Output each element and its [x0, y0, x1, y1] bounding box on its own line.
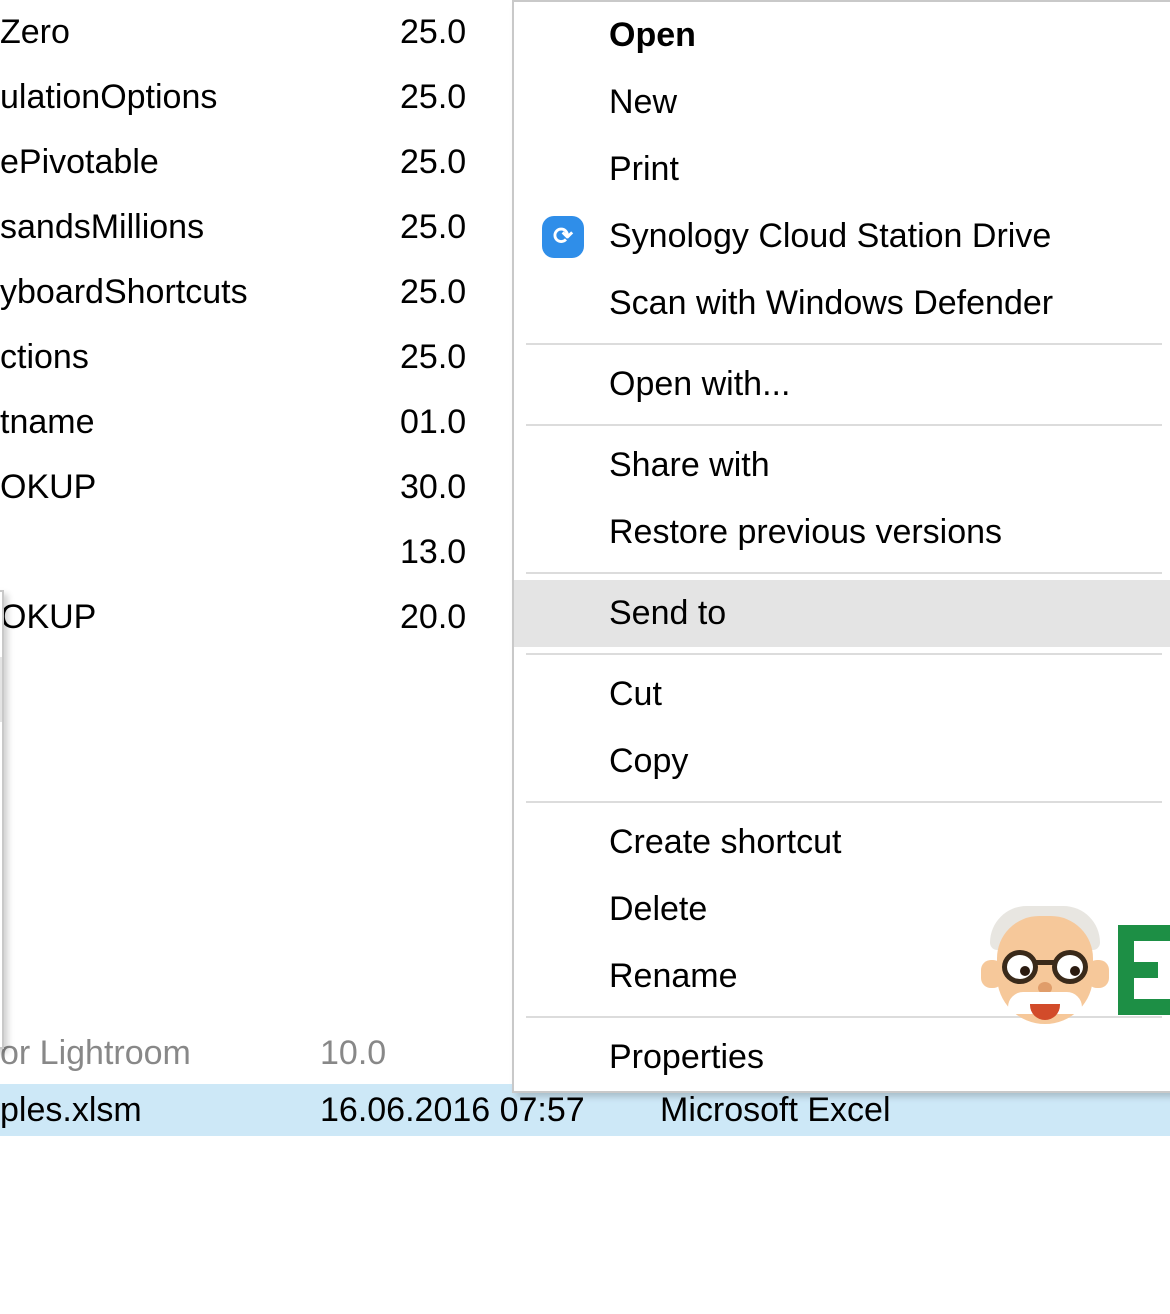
- send-to-item[interactable]: hone: [0, 982, 2, 1047]
- file-name: sandsMillions: [0, 208, 400, 247]
- file-row[interactable]: sandsMillions25.0: [0, 195, 600, 260]
- menu-new[interactable]: New: [514, 69, 1170, 136]
- file-date: 25.0: [400, 143, 476, 182]
- menu-create-shortcut[interactable]: Create shortcut: [514, 809, 1170, 876]
- file-name: ePivotable: [0, 143, 400, 182]
- menu-label: Copy: [609, 742, 688, 781]
- menu-label: Synology Cloud Station Drive: [609, 217, 1051, 256]
- send-to-item[interactable]: pient: [0, 852, 2, 917]
- menu-separator: [526, 801, 1162, 803]
- file-row[interactable]: ulationOptions25.0: [0, 65, 600, 130]
- menu-label: Open: [609, 16, 696, 55]
- menu-label: New: [609, 83, 677, 122]
- menu-separator: [526, 343, 1162, 345]
- send-to-item[interactable]: (create shortcut): [0, 722, 2, 787]
- file-name: ples.xlsm: [0, 1091, 320, 1130]
- file-date: 25.0: [400, 273, 476, 312]
- menu-label: Send to: [609, 594, 726, 633]
- file-name: or Lightroom: [0, 1034, 320, 1073]
- send-to-item[interactable]: ssed (zipped) folder: [0, 657, 2, 722]
- menu-cut[interactable]: Cut: [514, 661, 1170, 728]
- professor-avatar-icon: [986, 906, 1104, 1034]
- menu-separator: [526, 572, 1162, 574]
- file-row[interactable]: Zero25.0: [0, 0, 600, 65]
- file-name: ctions: [0, 338, 400, 377]
- menu-label: Delete: [609, 890, 707, 929]
- menu-label: Rename: [609, 957, 738, 996]
- file-row[interactable]: tname01.0: [0, 390, 600, 455]
- file-date: 30.0: [400, 468, 476, 507]
- menu-label: Scan with Windows Defender: [609, 284, 1053, 323]
- menu-open-with[interactable]: Open with...: [514, 351, 1170, 418]
- file-date: 25.0: [400, 208, 476, 247]
- menu-label: Properties: [609, 1038, 764, 1077]
- file-date: 01.0: [400, 403, 476, 442]
- menu-label: Open with...: [609, 365, 790, 404]
- menu-properties[interactable]: Properties: [514, 1024, 1170, 1091]
- menu-synology[interactable]: ⟳ Synology Cloud Station Drive: [514, 203, 1170, 270]
- file-row[interactable]: OKUP30.0: [0, 455, 600, 520]
- file-name: yboardShortcuts: [0, 273, 400, 312]
- file-row[interactable]: ePivotable25.0: [0, 130, 600, 195]
- file-row[interactable]: ctions25.0: [0, 325, 600, 390]
- file-row[interactable]: OKUP20.0: [0, 585, 600, 650]
- watermark-logo: [986, 906, 1170, 1034]
- menu-share-with[interactable]: Share with: [514, 432, 1170, 499]
- menu-open[interactable]: Open: [514, 2, 1170, 69]
- file-date: 20.0: [400, 598, 476, 637]
- file-type: Microsoft Excel: [660, 1091, 1160, 1130]
- file-name: OKUP: [0, 468, 400, 507]
- file-row[interactable]: 13.0: [0, 520, 600, 585]
- menu-label: Create shortcut: [609, 823, 841, 862]
- file-list: Zero25.0ulationOptions25.0ePivotable25.0…: [0, 0, 600, 650]
- file-date: 13.0: [400, 533, 476, 572]
- excel-e-icon: [1118, 925, 1170, 1015]
- send-to-item[interactable]: nts: [0, 787, 2, 852]
- file-row[interactable]: yboardShortcuts25.0: [0, 260, 600, 325]
- menu-separator: [526, 424, 1162, 426]
- send-to-item[interactable]: ipient: [0, 917, 2, 982]
- file-date: 25.0: [400, 78, 476, 117]
- menu-label: Share with: [609, 446, 770, 485]
- menu-restore-previous[interactable]: Restore previous versions: [514, 499, 1170, 566]
- file-name: OKUP: [0, 598, 400, 637]
- menu-label: Restore previous versions: [609, 513, 1002, 552]
- cloud-sync-icon: ⟳: [542, 216, 584, 258]
- menu-label: Print: [609, 150, 679, 189]
- file-date: 25.0: [400, 338, 476, 377]
- menu-label: Cut: [609, 675, 662, 714]
- menu-defender[interactable]: Scan with Windows Defender: [514, 270, 1170, 337]
- send-to-item[interactable]: h device: [0, 592, 2, 657]
- file-date: 25.0: [400, 13, 476, 52]
- file-date: 16.06.2016 07:57: [320, 1091, 660, 1130]
- menu-print[interactable]: Print: [514, 136, 1170, 203]
- file-name: ulationOptions: [0, 78, 400, 117]
- menu-copy[interactable]: Copy: [514, 728, 1170, 795]
- send-to-submenu: h devicessed (zipped) folder (create sho…: [0, 590, 4, 1049]
- file-name: Zero: [0, 13, 400, 52]
- file-name: tname: [0, 403, 400, 442]
- menu-send-to[interactable]: Send to: [514, 580, 1170, 647]
- menu-separator: [526, 653, 1162, 655]
